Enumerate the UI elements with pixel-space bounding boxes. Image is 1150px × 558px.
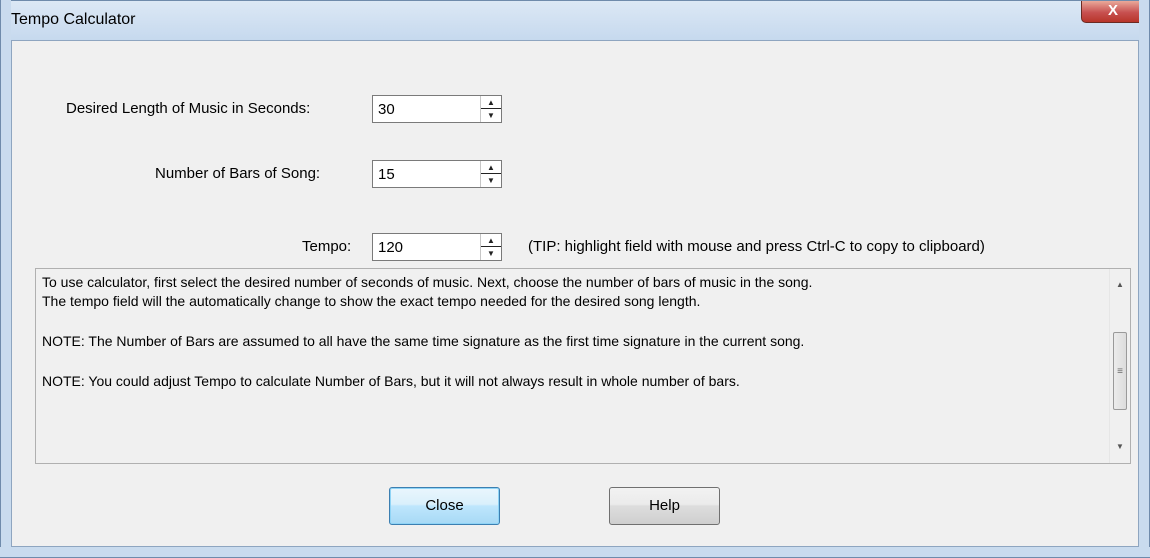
instructions-line: The tempo field will the automatically c… xyxy=(42,293,701,309)
instructions-line: To use calculator, first select the desi… xyxy=(42,274,813,290)
tempo-spin-buttons: ▲ ▼ xyxy=(480,234,501,260)
instructions-text: To use calculator, first select the desi… xyxy=(42,273,1102,391)
seconds-increment-icon[interactable]: ▲ xyxy=(481,96,501,109)
tempo-label: Tempo: xyxy=(302,238,352,255)
bars-value[interactable]: 15 xyxy=(378,166,395,183)
note-line: NOTE: You could adjust Tempo to calculat… xyxy=(42,373,740,389)
scroll-down-icon[interactable]: ▼ xyxy=(1110,437,1130,457)
vertical-scrollbar[interactable]: ▲ ≡ ▼ xyxy=(1109,269,1130,463)
tempo-calculator-window: Tempo Calculator X Desired Length of Mus… xyxy=(0,0,1150,558)
close-button[interactable]: Close xyxy=(389,487,500,525)
seconds-label: Desired Length of Music in Seconds: xyxy=(66,100,311,117)
bars-label: Number of Bars of Song: xyxy=(155,165,321,182)
tempo-spinbox[interactable]: 120 ▲ ▼ xyxy=(372,233,502,261)
scroll-up-icon[interactable]: ▲ xyxy=(1110,275,1130,295)
tempo-tip-text: (TIP: highlight field with mouse and pre… xyxy=(528,238,985,255)
close-window-button[interactable]: X xyxy=(1081,1,1145,23)
tempo-increment-icon[interactable]: ▲ xyxy=(481,234,501,247)
scroll-thumb[interactable]: ≡ xyxy=(1113,332,1127,410)
bars-spin-buttons: ▲ ▼ xyxy=(480,161,501,187)
instructions-textbox[interactable]: To use calculator, first select the desi… xyxy=(35,268,1131,464)
help-button[interactable]: Help xyxy=(609,487,720,525)
bars-decrement-icon[interactable]: ▼ xyxy=(481,174,501,187)
seconds-decrement-icon[interactable]: ▼ xyxy=(481,109,501,122)
scroll-grip-icon: ≡ xyxy=(1117,366,1123,377)
tempo-value[interactable]: 120 xyxy=(378,239,403,256)
seconds-spin-buttons: ▲ ▼ xyxy=(480,96,501,122)
note-line: NOTE: The Number of Bars are assumed to … xyxy=(42,333,805,349)
window-frame-right xyxy=(1139,0,1150,558)
bars-spinbox[interactable]: 15 ▲ ▼ xyxy=(372,160,502,188)
seconds-spinbox[interactable]: 30 ▲ ▼ xyxy=(372,95,502,123)
title-bar[interactable]: Tempo Calculator X xyxy=(0,0,1150,40)
window-title: Tempo Calculator xyxy=(11,11,136,28)
seconds-value[interactable]: 30 xyxy=(378,101,395,118)
window-frame-left xyxy=(0,0,11,558)
window-frame-bottom xyxy=(0,547,1150,558)
bars-increment-icon[interactable]: ▲ xyxy=(481,161,501,174)
tempo-decrement-icon[interactable]: ▼ xyxy=(481,247,501,260)
